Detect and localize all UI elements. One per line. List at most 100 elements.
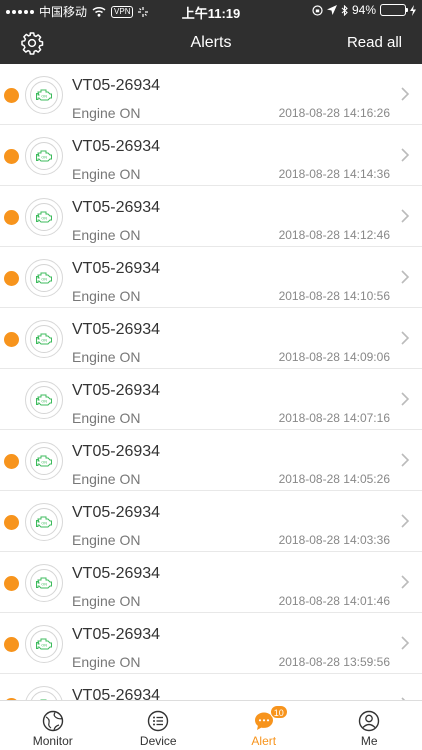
alert-device-name: VT05-26934 xyxy=(72,199,161,216)
alert-avatar: ON xyxy=(25,137,63,175)
alert-event: Engine ON xyxy=(72,105,141,121)
svg-text:ON: ON xyxy=(41,217,47,221)
alert-device-name: VT05-26934 xyxy=(72,138,161,155)
user-icon xyxy=(359,710,380,732)
engine-icon: ON xyxy=(36,455,52,467)
alert-row[interactable]: ON VT05-26934 xyxy=(0,674,422,700)
svg-text:ON: ON xyxy=(41,461,47,465)
alert-device-name: VT05-26934 xyxy=(72,504,161,521)
alert-row[interactable]: ON VT05-26934 Engine ON 2018-08-28 13:59… xyxy=(0,613,422,674)
charging-icon xyxy=(410,4,416,16)
engine-icon: ON xyxy=(36,272,52,284)
alert-device-name: VT05-26934 xyxy=(72,687,161,700)
alert-avatar: ON xyxy=(25,442,63,480)
tab-alert[interactable]: 10 Alert xyxy=(211,701,317,750)
alert-list[interactable]: ON VT05-26934 Engine ON 2018-08-28 14:16… xyxy=(0,64,422,700)
unread-dot xyxy=(4,271,19,286)
alert-time: 2018-08-28 14:14:36 xyxy=(278,167,390,181)
alert-event: Engine ON xyxy=(72,288,141,304)
alert-row[interactable]: ON VT05-26934 Engine ON 2018-08-28 14:16… xyxy=(0,64,422,125)
alert-event: Engine ON xyxy=(72,227,141,243)
alert-avatar: ON xyxy=(25,686,63,700)
alert-row[interactable]: ON VT05-26934 Engine ON 2018-08-28 14:09… xyxy=(0,308,422,369)
alert-row[interactable]: ON VT05-26934 Engine ON 2018-08-28 14:03… xyxy=(0,491,422,552)
unread-dot xyxy=(4,332,19,347)
engine-icon: ON xyxy=(36,394,52,406)
engine-icon: ON xyxy=(36,516,52,528)
alert-time: 2018-08-28 14:16:26 xyxy=(278,106,390,120)
alert-count-badge: 10 xyxy=(269,705,288,719)
alert-device-name: VT05-26934 xyxy=(72,260,161,277)
bluetooth-icon xyxy=(341,4,348,16)
unread-dot xyxy=(4,88,19,103)
unread-dot xyxy=(4,637,19,652)
chevron-right-icon xyxy=(401,392,410,406)
alert-event: Engine ON xyxy=(72,410,141,426)
svg-text:ON: ON xyxy=(41,522,47,526)
alert-row[interactable]: ON VT05-26934 Engine ON 2018-08-28 14:07… xyxy=(0,369,422,430)
svg-text:ON: ON xyxy=(41,95,47,99)
chevron-right-icon xyxy=(401,270,410,284)
alert-device-name: VT05-26934 xyxy=(72,382,161,399)
engine-icon: ON xyxy=(36,638,52,650)
alert-row[interactable]: ON VT05-26934 Engine ON 2018-08-28 14:01… xyxy=(0,552,422,613)
alert-event: Engine ON xyxy=(72,471,141,487)
engine-icon: ON xyxy=(36,150,52,162)
alert-time: 2018-08-28 13:59:56 xyxy=(278,655,390,669)
alert-row[interactable]: ON VT05-26934 Engine ON 2018-08-28 14:12… xyxy=(0,186,422,247)
alert-avatar: ON xyxy=(25,320,63,358)
alert-time: 2018-08-28 14:03:36 xyxy=(278,533,390,547)
read-all-button[interactable]: Read all xyxy=(347,34,402,51)
battery-icon xyxy=(380,4,408,16)
unread-dot xyxy=(4,149,19,164)
tab-device[interactable]: Device xyxy=(106,701,212,750)
svg-text:ON: ON xyxy=(41,583,47,587)
alert-time: 2018-08-28 14:05:26 xyxy=(278,472,390,486)
engine-icon: ON xyxy=(36,577,52,589)
tab-label: Alert xyxy=(251,734,277,748)
alert-event: Engine ON xyxy=(72,593,141,609)
chevron-right-icon xyxy=(401,453,410,467)
svg-text:ON: ON xyxy=(41,644,47,648)
engine-icon: ON xyxy=(36,89,52,101)
alert-event: Engine ON xyxy=(72,532,141,548)
alert-time: 2018-08-28 14:01:46 xyxy=(278,594,390,608)
battery-percent: 94% xyxy=(351,3,376,17)
chevron-right-icon xyxy=(401,148,410,162)
top-bar: 中国移动 VPN 上午11:19 94% Alerts Read all xyxy=(0,0,422,64)
alert-device-name: VT05-26934 xyxy=(72,321,161,338)
alert-row[interactable]: ON VT05-26934 Engine ON 2018-08-28 14:10… xyxy=(0,247,422,308)
engine-icon: ON xyxy=(36,333,52,345)
navigation-bar: Alerts Read all xyxy=(0,22,422,64)
unread-dot xyxy=(4,210,19,225)
location-icon xyxy=(326,5,337,15)
svg-text:ON: ON xyxy=(41,156,47,160)
tab-bar: Monitor Device 10 Alert Me xyxy=(0,700,422,750)
chevron-right-icon xyxy=(401,514,410,528)
chevron-right-icon xyxy=(401,575,410,589)
chevron-right-icon xyxy=(401,87,410,101)
alert-avatar: ON xyxy=(25,198,63,236)
tab-me[interactable]: Me xyxy=(317,701,422,750)
tab-label: Me xyxy=(360,734,378,748)
alert-avatar: ON xyxy=(25,625,63,663)
alert-device-name: VT05-26934 xyxy=(72,626,161,643)
alert-device-name: VT05-26934 xyxy=(72,443,161,460)
alert-event: Engine ON xyxy=(72,166,141,182)
engine-icon: ON xyxy=(36,211,52,223)
svg-text:ON: ON xyxy=(41,339,47,343)
tab-monitor[interactable]: Monitor xyxy=(0,701,106,750)
rotation-lock-icon xyxy=(312,4,323,16)
chevron-right-icon xyxy=(401,636,410,650)
alert-event: Engine ON xyxy=(72,654,141,670)
alert-avatar: ON xyxy=(25,503,63,541)
svg-text:ON: ON xyxy=(41,400,47,404)
alert-row[interactable]: ON VT05-26934 Engine ON 2018-08-28 14:05… xyxy=(0,430,422,491)
alert-device-name: VT05-26934 xyxy=(72,565,161,582)
alert-row[interactable]: ON VT05-26934 Engine ON 2018-08-28 14:14… xyxy=(0,125,422,186)
alert-avatar: ON xyxy=(25,564,63,602)
globe-icon xyxy=(42,710,63,732)
alert-device-name: VT05-26934 xyxy=(72,77,161,94)
alert-time: 2018-08-28 14:07:16 xyxy=(278,411,390,425)
status-right: 94% xyxy=(312,3,416,17)
